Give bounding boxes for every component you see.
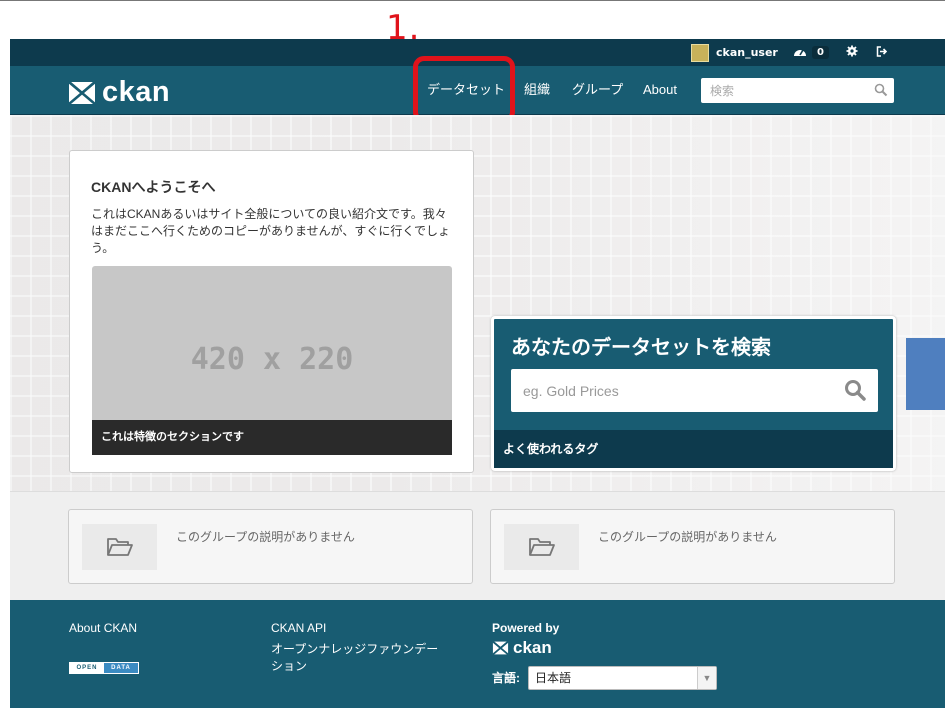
dataset-search-input[interactable] (511, 369, 811, 412)
nav-about[interactable]: About (643, 82, 677, 98)
side-feedback-tab[interactable] (906, 338, 945, 410)
top-divider (0, 0, 945, 1)
open-data-left: OPEN (70, 663, 104, 673)
group-description: このグループの説明がありません (176, 530, 355, 544)
nav-groups[interactable]: グループ (572, 82, 623, 98)
groups-section: このグループの説明がありません このグループの説明がありません (10, 491, 945, 600)
dashboard-link[interactable]: 0 (793, 39, 829, 66)
activity-count: 0 (812, 46, 829, 59)
caret-down-icon: ▼ (697, 667, 716, 689)
group-description: このグループの説明がありません (598, 530, 777, 544)
image-placeholder-text: 420 x 220 (190, 342, 354, 377)
group-image (82, 524, 157, 570)
logo-text: ckan (102, 76, 171, 108)
footer-foundation-line2: ション (271, 659, 308, 673)
open-data-badge[interactable]: OPEN DATA (69, 662, 139, 674)
folder-open-icon (106, 538, 133, 556)
footer-foundation-link[interactable]: オープンナレッジファウンデー ション (271, 641, 438, 675)
nav-organizations[interactable]: 組織 (524, 82, 550, 98)
search-icon[interactable] (844, 379, 866, 405)
welcome-panel: CKANへようこそへ これはCKANあるいはサイト全般についての良い紹介文です。… (69, 150, 474, 473)
dashboard-icon (793, 45, 807, 60)
annotation-highlight (413, 56, 515, 123)
group-card[interactable]: このグループの説明がありません (68, 509, 473, 584)
gear-icon (846, 45, 858, 60)
dataset-search-panel: あなたのデータセットを検索 よく使われるタグ (491, 316, 896, 471)
ckan-logo-icon (492, 641, 509, 655)
open-data-right: DATA (104, 663, 138, 673)
header-search (701, 78, 894, 103)
ckan-logo[interactable]: ckan (68, 76, 170, 109)
footer-ckan-logo[interactable]: ckan (492, 638, 552, 658)
signout-link[interactable] (876, 39, 888, 66)
folder-open-icon (528, 538, 555, 556)
welcome-text: これはCKANあるいはサイト全般についての良い紹介文です。我々はまだここへ行くた… (91, 207, 451, 255)
group-card[interactable]: このグループの説明がありません (490, 509, 895, 584)
ckan-logo-icon (68, 80, 96, 105)
language-value: 日本語 (535, 671, 572, 685)
user-link[interactable]: ckan_user (691, 39, 778, 66)
footer-about-link[interactable]: About CKAN (69, 620, 137, 637)
language-label: 言語: (492, 671, 520, 685)
dataset-search-title: あなたのデータセットを検索 (511, 337, 771, 359)
signout-icon (876, 45, 888, 60)
popular-tags-bar: よく使われるタグ (494, 430, 893, 468)
search-icon[interactable] (874, 82, 888, 101)
dataset-search-box (511, 369, 878, 412)
avatar (691, 43, 709, 62)
footer: About CKAN CKAN API オープンナレッジファウンデー ション O… (10, 600, 945, 708)
featured-caption: これは特徴のセクションです (92, 420, 452, 455)
welcome-title: CKANへようこそへ (91, 179, 216, 195)
username: ckan_user (716, 46, 778, 59)
group-image (504, 524, 579, 570)
footer-foundation-line1: オープンナレッジファウンデー (271, 642, 439, 656)
header-search-input[interactable] (701, 78, 856, 103)
language-select[interactable]: 日本語 ▼ (528, 666, 717, 690)
footer-api-link[interactable]: CKAN API (271, 620, 326, 637)
footer-ckan-text: ckan (513, 638, 552, 657)
powered-by-label: Powered by (492, 621, 560, 635)
featured-image[interactable]: 420 x 220 これは特徴のセクションです (92, 266, 452, 455)
settings-link[interactable] (846, 39, 858, 66)
